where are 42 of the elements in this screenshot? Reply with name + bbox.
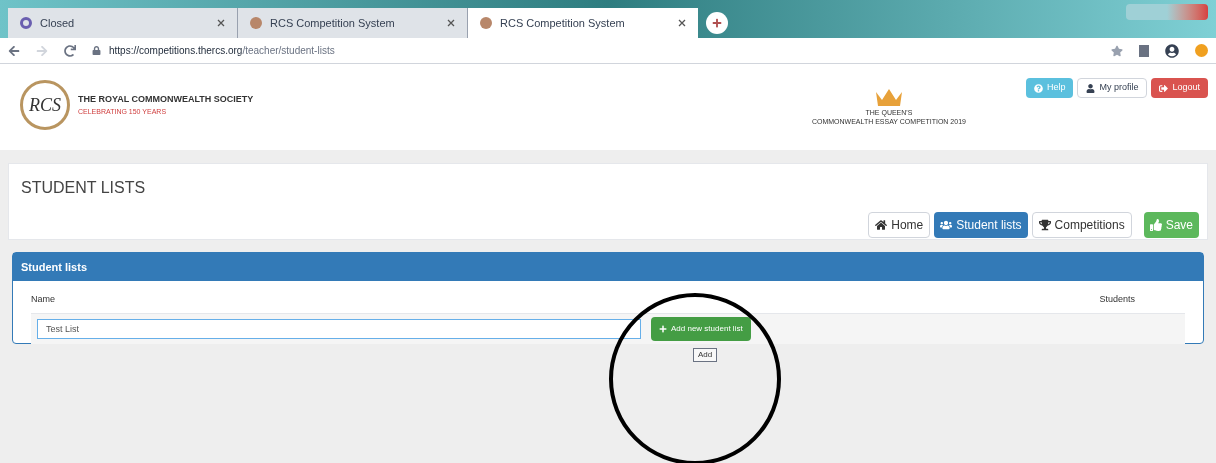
question-icon bbox=[1033, 83, 1043, 93]
url-field[interactable]: https://competitions.thercs.org/teacher/student-lists bbox=[109, 43, 335, 58]
column-header: Students bbox=[1099, 293, 1135, 306]
reload-icon[interactable] bbox=[64, 44, 76, 57]
close-icon[interactable] bbox=[678, 19, 686, 27]
back-icon[interactable] bbox=[8, 44, 20, 57]
site-favicon-icon bbox=[480, 17, 492, 29]
thumbs-up-icon bbox=[1149, 219, 1162, 231]
input-field[interactable]: Test List bbox=[37, 318, 641, 339]
user-icon bbox=[1086, 83, 1096, 93]
sign-out-icon bbox=[1159, 83, 1169, 93]
browser-tab[interactable]: RCS Competition System bbox=[238, 8, 468, 38]
tab-title: RCS Competition System bbox=[500, 15, 626, 31]
panel-header: Student lists bbox=[13, 253, 1203, 281]
reading-list-icon[interactable] bbox=[1139, 44, 1149, 57]
header-button[interactable]: My profile bbox=[1077, 78, 1148, 98]
star-icon[interactable] bbox=[1111, 44, 1123, 57]
society-name: THE ROYAL COMMONWEALTH SOCIETY bbox=[78, 93, 254, 106]
tab-title: Closed bbox=[40, 15, 76, 31]
page-title: STUDENT LISTS bbox=[21, 178, 147, 198]
lock-icon bbox=[92, 46, 101, 55]
new-tab-icon[interactable] bbox=[706, 12, 728, 34]
trophy-icon bbox=[1038, 219, 1051, 231]
home-icon bbox=[875, 219, 888, 231]
users-icon bbox=[940, 219, 953, 231]
profile-icon[interactable] bbox=[1165, 43, 1179, 58]
app-favicon-icon bbox=[20, 17, 32, 29]
tooltip: Add bbox=[693, 347, 718, 362]
nav-button[interactable]: Home bbox=[868, 212, 931, 238]
browser-tab[interactable]: RCS Competition System bbox=[468, 8, 698, 38]
header-button[interactable]: Logout bbox=[1151, 78, 1208, 98]
plus-icon bbox=[659, 324, 667, 333]
site-favicon-icon bbox=[250, 17, 262, 29]
browser-tab[interactable]: Closed bbox=[8, 8, 238, 38]
nav-button[interactable]: Competitions bbox=[1031, 212, 1132, 238]
window-controls[interactable] bbox=[1126, 4, 1208, 20]
column-header: Name bbox=[31, 293, 55, 306]
nav-button[interactable]: Student lists bbox=[934, 212, 1028, 238]
society-logo: RCS bbox=[20, 80, 70, 130]
close-icon[interactable] bbox=[447, 19, 455, 27]
close-icon[interactable] bbox=[217, 19, 225, 27]
tab-title: RCS Competition System bbox=[270, 15, 396, 31]
